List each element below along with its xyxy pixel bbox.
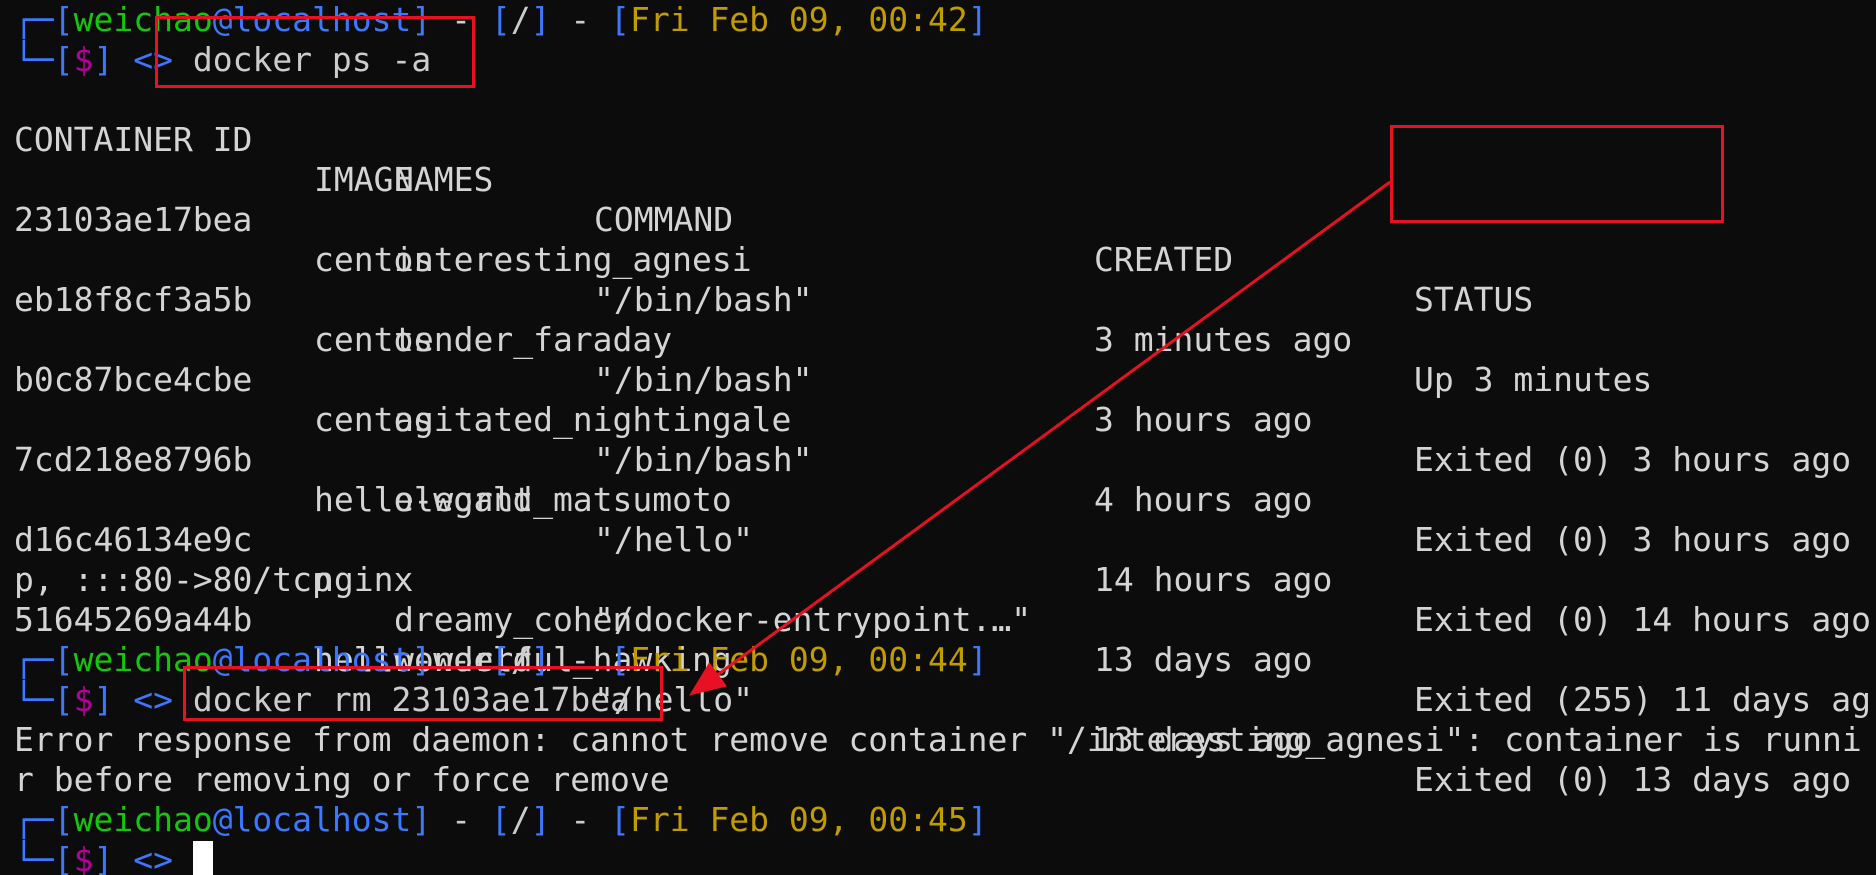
annotation-box-status-up xyxy=(1390,125,1724,223)
prompt-symbol: $ xyxy=(73,840,94,875)
prompt-symbol: $ xyxy=(73,40,94,79)
prompt-path: / xyxy=(510,800,531,839)
prompt-header-3: ┌─[weichao@localhost] - [/] - [Fri Feb 0… xyxy=(14,800,988,839)
table-row: b0c87bce4cbe centos "/bin/bash" 4 hours … xyxy=(14,320,1874,559)
table-row-wrap: agitated_nightingale xyxy=(14,360,1874,439)
prompt-datetime: Fri Feb 09, 00:45 xyxy=(629,800,968,839)
prompt-arrows: <> xyxy=(133,840,173,875)
error-output-line-1: Error response from daemon: cannot remov… xyxy=(14,720,1862,759)
prompt-input-3[interactable]: └─[$] <> xyxy=(14,840,213,875)
cell-status: Exited (255) 11 days ag xyxy=(1414,680,1871,719)
table-row: d16c46134e9c nginx "/docker-entrypoint.…… xyxy=(14,480,1874,719)
prompt-datetime: Fri Feb 09, 00:42 xyxy=(629,0,968,39)
table-row-wrap: wonderful_hawking xyxy=(14,600,1874,679)
annotation-box-rm-command xyxy=(183,666,663,721)
cell-created: 13 days ago xyxy=(1094,640,1313,679)
table-row-wrap: elegant_matsumoto xyxy=(14,440,1874,519)
table-row: 51645269a44b hello-world "/hello" 13 day… xyxy=(14,560,1874,799)
text-cursor[interactable] xyxy=(192,841,213,875)
table-row: eb18f8cf3a5b centos "/bin/bash" 3 hours … xyxy=(14,240,1874,479)
prompt-datetime: Fri Feb 09, 00:44 xyxy=(629,640,968,679)
table-row-wrap: tender_faraday xyxy=(14,280,1874,359)
table-row-wrap: p, :::80->80/tcp dreamy_cohen xyxy=(14,520,1874,639)
prompt-host: localhost xyxy=(232,800,412,839)
prompt-symbol: $ xyxy=(73,680,94,719)
prompt-arrows: <> xyxy=(133,680,173,719)
prompt-user: weichao xyxy=(73,800,213,839)
annotation-box-ps-command xyxy=(155,16,475,88)
table-row: 7cd218e8796b hello-world "/hello" 14 hou… xyxy=(14,400,1874,639)
terminal-window[interactable]: ┌─[weichao@localhost] - [/] - [Fri Feb 0… xyxy=(0,0,1876,875)
prompt-path: / xyxy=(510,0,531,39)
cell-status: Exited (0) 13 days ago xyxy=(1414,760,1852,799)
error-output-line-2: r before removing or force remove xyxy=(14,760,670,799)
